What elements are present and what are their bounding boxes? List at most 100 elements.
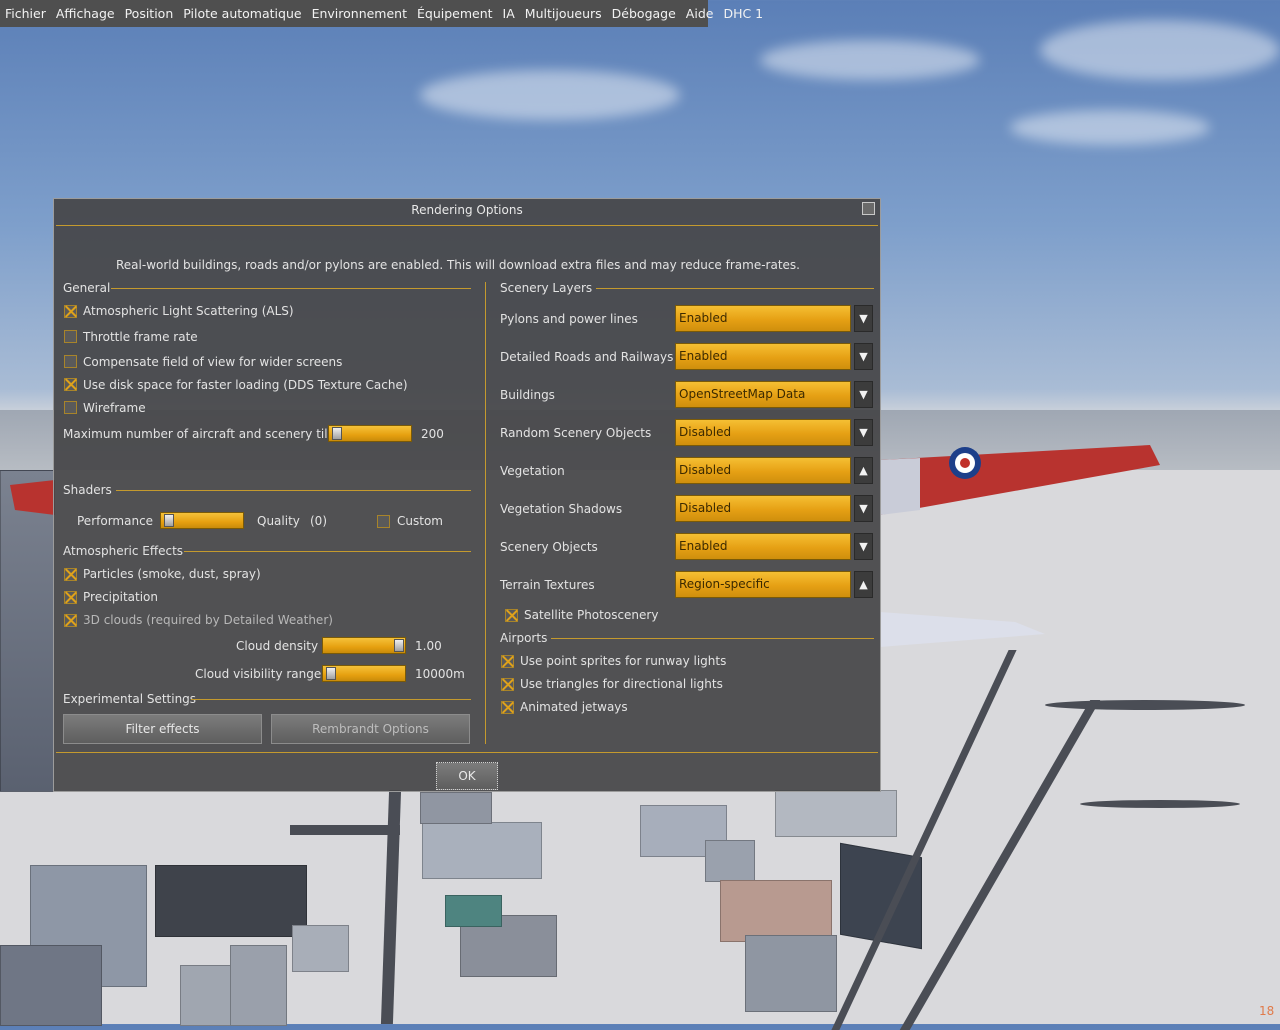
menu-affichage[interactable]: Affichage [51, 0, 120, 27]
scenery-row-label: Random Scenery Objects [500, 426, 652, 440]
chevron-down-icon[interactable]: ▼ [854, 381, 873, 408]
building [705, 840, 755, 882]
cloud [420, 70, 680, 120]
slider-knob[interactable] [326, 667, 336, 680]
vegetation-combo[interactable]: Disabled [675, 457, 851, 484]
terrain-textures-combo[interactable]: Region-specific [675, 571, 851, 598]
chevron-down-icon[interactable]: ▼ [854, 305, 873, 332]
scenery-heading: Scenery Layers [500, 281, 593, 295]
satellite-checkbox[interactable] [505, 609, 518, 622]
filter-effects-button[interactable]: Filter effects [63, 714, 262, 744]
chevron-up-icon[interactable]: ▲ [854, 457, 873, 484]
scenery-row-label: Terrain Textures [500, 578, 595, 592]
slider-knob[interactable] [394, 639, 404, 652]
cloud-density-value: 1.00 [415, 639, 442, 653]
general-heading: General [63, 281, 111, 295]
building [180, 965, 232, 1026]
menu-aircraft[interactable]: DHC 1 [718, 0, 768, 27]
custom-label: Custom [397, 514, 443, 528]
cloud [1040, 20, 1280, 80]
jetways-checkbox[interactable] [501, 701, 514, 714]
building [445, 895, 502, 927]
building [0, 945, 102, 1026]
scenery-row-label: Buildings [500, 388, 555, 402]
buildings-combo[interactable]: OpenStreetMap Data [675, 381, 851, 408]
random-objects-combo[interactable]: Disabled [675, 419, 851, 446]
cloud-visibility-value: 10000m [415, 667, 465, 681]
slider-knob[interactable] [332, 427, 342, 440]
fov-checkbox[interactable] [64, 355, 77, 368]
triangles-label: Use triangles for directional lights [520, 677, 723, 691]
scenery-row-label: Vegetation [500, 464, 565, 478]
throttle-checkbox[interactable] [64, 330, 77, 343]
column-divider [485, 282, 486, 744]
airports-heading: Airports [500, 631, 548, 645]
tiles-slider[interactable] [328, 425, 412, 442]
als-checkbox[interactable] [64, 305, 77, 318]
particles-checkbox[interactable] [64, 568, 77, 581]
cloud-visibility-label: Cloud visibility range [195, 667, 322, 681]
triangles-checkbox[interactable] [501, 678, 514, 691]
building [230, 945, 287, 1026]
divider [56, 225, 878, 226]
throttle-label: Throttle frame rate [83, 330, 198, 344]
building [745, 935, 837, 1012]
jetways-label: Animated jetways [520, 700, 628, 714]
experimental-heading: Experimental Settings [63, 692, 197, 706]
menu-debogage[interactable]: Débogage [607, 0, 681, 27]
road [1080, 800, 1240, 808]
point-sprites-label: Use point sprites for runway lights [520, 654, 727, 668]
scenery-row-label: Vegetation Shadows [500, 502, 623, 516]
chevron-down-icon[interactable]: ▼ [854, 419, 873, 446]
menu-position[interactable]: Position [120, 0, 179, 27]
dialog-title[interactable]: Rendering Options [54, 199, 880, 223]
divider [116, 490, 471, 491]
cloud-density-slider[interactable] [322, 637, 406, 654]
menu-fichier[interactable]: Fichier [0, 0, 51, 27]
wireframe-label: Wireframe [83, 401, 146, 415]
divider [56, 752, 878, 753]
point-sprites-checkbox[interactable] [501, 655, 514, 668]
cloud [760, 40, 980, 80]
scenery-row-label: Pylons and power lines [500, 312, 638, 326]
ok-button[interactable]: OK [436, 762, 498, 790]
slider-knob[interactable] [164, 514, 174, 527]
chevron-down-icon[interactable]: ▼ [854, 533, 873, 560]
menu-equipement[interactable]: Équipement [412, 0, 498, 27]
dds-checkbox[interactable] [64, 378, 77, 391]
chevron-down-icon[interactable]: ▼ [854, 343, 873, 370]
scenery-objects-combo[interactable]: Enabled [675, 533, 851, 560]
building [420, 792, 492, 824]
building [155, 865, 307, 937]
atmospheric-heading: Atmospheric Effects [63, 544, 184, 558]
rembrandt-options-button[interactable]: Rembrandt Options [271, 714, 470, 744]
chevron-up-icon[interactable]: ▲ [854, 571, 873, 598]
close-icon[interactable] [862, 202, 875, 215]
als-label: Atmospheric Light Scattering (ALS) [83, 304, 294, 318]
cloud-visibility-slider[interactable] [322, 665, 406, 682]
rendering-options-dialog: Rendering Options Real-world buildings, … [53, 198, 881, 792]
divider [184, 551, 471, 552]
clouds3d-label: 3D clouds (required by Detailed Weather) [83, 613, 333, 627]
custom-checkbox[interactable] [377, 515, 390, 528]
vegetation-shadows-combo[interactable]: Disabled [675, 495, 851, 522]
quality-value: (0) [310, 514, 327, 528]
pylons-combo[interactable]: Enabled [675, 305, 851, 332]
building [422, 822, 542, 879]
road [1045, 700, 1245, 710]
building [775, 790, 897, 837]
menu-aide[interactable]: Aide [681, 0, 719, 27]
clouds3d-checkbox[interactable] [64, 614, 77, 627]
chevron-down-icon[interactable]: ▼ [854, 495, 873, 522]
divider [191, 699, 471, 700]
menu-ia[interactable]: IA [498, 0, 520, 27]
precipitation-checkbox[interactable] [64, 591, 77, 604]
notice-text: Real-world buildings, roads and/or pylon… [116, 258, 800, 272]
shader-quality-slider[interactable] [160, 512, 244, 529]
menu-environnement[interactable]: Environnement [307, 0, 412, 27]
roads-combo[interactable]: Enabled [675, 343, 851, 370]
wireframe-checkbox[interactable] [64, 401, 77, 414]
menu-pilote-automatique[interactable]: Pilote automatique [178, 0, 306, 27]
building [292, 925, 349, 972]
menu-multijoueurs[interactable]: Multijoueurs [520, 0, 607, 27]
